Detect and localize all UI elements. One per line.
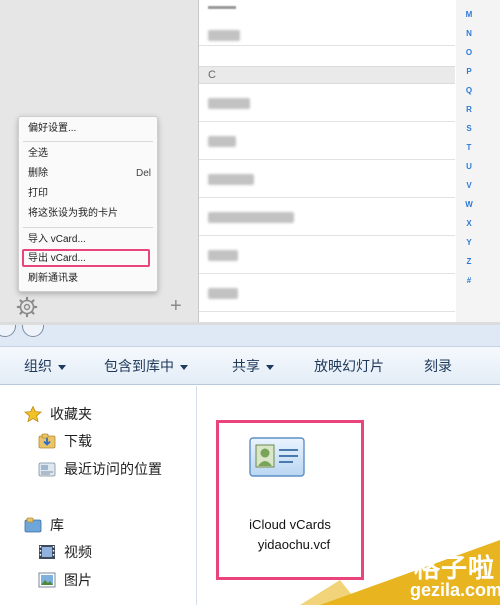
alpha-letter[interactable]: R <box>456 105 482 114</box>
share-label: 共享 <box>232 358 260 374</box>
back-button[interactable] <box>0 325 16 337</box>
alpha-letter[interactable]: N <box>456 29 482 38</box>
sidebar-item-libraries[interactable]: 库 <box>50 516 64 534</box>
sidebar-item-favorites[interactable]: 收藏夹 <box>50 405 92 423</box>
menu-item-label: 偏好设置... <box>28 123 77 134</box>
menu-item-label: 刷新通讯录 <box>28 273 78 284</box>
blurred-contact-name <box>208 30 240 41</box>
alpha-letter[interactable]: V <box>456 181 482 190</box>
downloads-folder-icon <box>38 433 56 449</box>
slideshow-button[interactable]: 放映幻灯片 <box>314 357 384 375</box>
export-highlight-box <box>22 249 150 267</box>
blurred-contact-name <box>208 174 254 185</box>
contact-row[interactable] <box>199 8 455 46</box>
contact-row[interactable] <box>199 198 455 236</box>
address-bar-strip <box>0 325 500 347</box>
alpha-letter[interactable]: X <box>456 219 482 228</box>
chevron-down-icon <box>180 364 188 370</box>
contact-row[interactable] <box>199 274 455 312</box>
alpha-letter[interactable]: Q <box>456 86 482 95</box>
burn-button[interactable]: 刻录 <box>424 357 452 375</box>
star-icon <box>24 406 42 422</box>
alpha-letter[interactable]: T <box>456 143 482 152</box>
chevron-down-icon <box>58 364 66 370</box>
organize-button[interactable]: 组织 <box>24 357 66 375</box>
vcard-file-icon <box>249 437 305 477</box>
menu-item-make-my-card[interactable]: 将这张设为我的卡片 <box>28 206 151 222</box>
menu-item-label: 打印 <box>28 188 48 199</box>
burn-label: 刻录 <box>424 358 452 374</box>
navigation-pane: 收藏夹 下载 最近访问的位置 库 视频 图片 <box>0 386 196 605</box>
contact-list: C <box>199 0 455 325</box>
menu-item-label: 将这张设为我的卡片 <box>28 208 118 219</box>
menu-item-import-vcard[interactable]: 导入 vCard... <box>28 232 151 248</box>
alpha-letter[interactable]: # <box>456 276 482 285</box>
alpha-letter[interactable]: O <box>456 48 482 57</box>
alpha-letter[interactable]: Y <box>456 238 482 247</box>
menu-item-refresh-contacts[interactable]: 刷新通讯录 <box>28 271 151 287</box>
blurred-contact-name <box>208 136 236 147</box>
contact-row[interactable] <box>199 160 455 198</box>
sidebar-item-pictures[interactable]: 图片 <box>64 571 92 589</box>
section-letter: C <box>208 69 216 81</box>
settings-context-menu: 偏好设置... 全选 删除 Del 打印 将这张设为我的卡片 导入 vCard.… <box>18 116 158 292</box>
chevron-down-icon <box>266 364 274 370</box>
alpha-letter[interactable]: M <box>456 10 482 19</box>
include-in-library-label: 包含到库中 <box>104 358 174 374</box>
pane-divider <box>196 386 197 605</box>
command-bar: 组织 包含到库中 共享 放映幻灯片 刻录 <box>0 347 500 385</box>
menu-item-print[interactable]: 打印 <box>28 186 151 202</box>
delete-shortcut: Del <box>135 168 151 179</box>
icloud-contacts-panel: + 偏好设置... 全选 删除 Del 打印 将这张设为我的卡片 导入 vCar… <box>0 0 500 325</box>
file-name-line1: iCloud vCards <box>249 517 331 532</box>
blurred-contact-name <box>208 212 294 223</box>
contact-row[interactable] <box>199 236 455 274</box>
pictures-icon <box>38 572 56 588</box>
menu-separator <box>23 227 153 228</box>
alpha-letter[interactable]: S <box>456 124 482 133</box>
menu-item-preferences[interactable]: 偏好设置... <box>28 121 151 137</box>
blurred-contact-name <box>208 98 250 109</box>
alpha-letter[interactable]: W <box>456 200 482 209</box>
menu-item-delete[interactable]: 删除 Del <box>28 166 151 182</box>
alpha-letter[interactable]: P <box>456 67 482 76</box>
video-icon <box>39 545 55 559</box>
alphabet-index: M N O P Q R S T U V W X Y Z # <box>456 0 500 325</box>
sidebar-item-recent-places[interactable]: 最近访问的位置 <box>64 460 162 478</box>
section-header-c: C <box>199 66 455 84</box>
gear-icon[interactable] <box>16 296 38 318</box>
menu-item-label: 全选 <box>28 148 48 159</box>
sidebar-item-videos[interactable]: 视频 <box>64 543 92 561</box>
slideshow-label: 放映幻灯片 <box>314 358 384 374</box>
forward-button[interactable] <box>22 325 44 337</box>
contact-row[interactable] <box>199 122 455 160</box>
alpha-letter[interactable]: U <box>456 162 482 171</box>
menu-item-select-all[interactable]: 全选 <box>28 146 151 162</box>
include-in-library-button[interactable]: 包含到库中 <box>104 357 188 375</box>
blurred-contact-name <box>208 288 238 299</box>
share-button[interactable]: 共享 <box>232 357 274 375</box>
organize-label: 组织 <box>24 358 52 374</box>
contact-row[interactable] <box>199 84 455 122</box>
sidebar-item-downloads[interactable]: 下载 <box>64 432 92 450</box>
menu-item-label: 导入 vCard... <box>28 234 86 245</box>
alpha-letter[interactable]: Z <box>456 257 482 266</box>
recent-places-icon <box>38 462 56 477</box>
library-folder-icon <box>24 517 42 533</box>
add-contact-button[interactable]: + <box>170 296 182 316</box>
watermark-url: gezila.com <box>410 580 500 600</box>
blurred-contact-name <box>208 250 238 261</box>
menu-separator <box>23 141 153 142</box>
menu-item-label: 删除 <box>28 168 48 179</box>
